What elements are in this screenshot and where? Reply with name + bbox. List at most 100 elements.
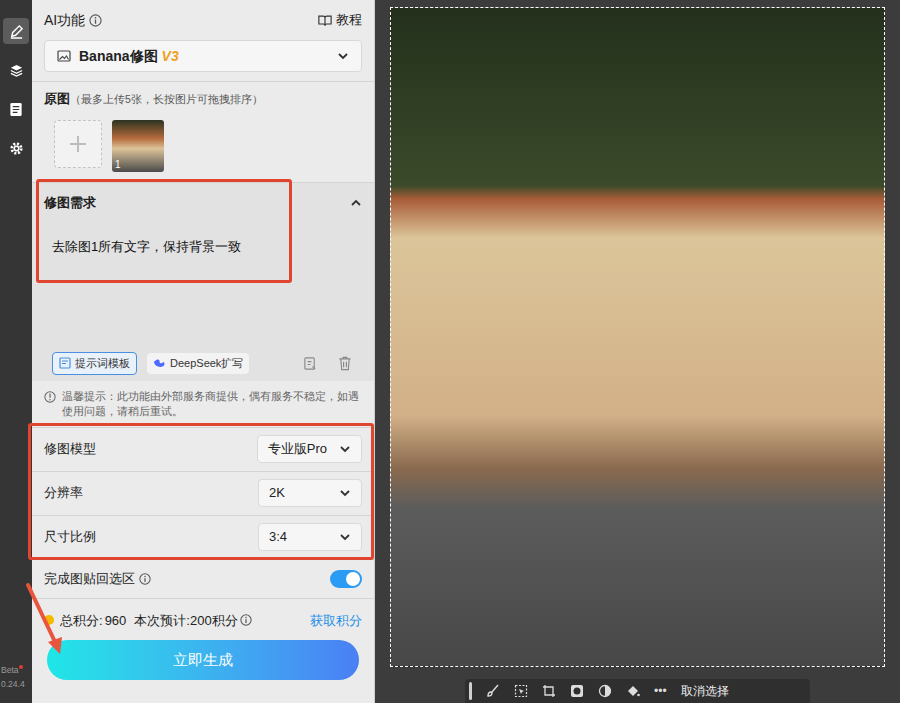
tool-button[interactable] [570, 684, 584, 698]
info-icon[interactable] [139, 573, 151, 585]
beta-dot [19, 665, 23, 669]
rail-item-edit [9, 24, 24, 39]
feature-name: Banana修图 [79, 46, 158, 67]
whale-icon [153, 358, 166, 369]
tool-list [486, 684, 640, 698]
crop-icon [542, 684, 556, 698]
get-credits-link[interactable]: 获取积分 [310, 611, 362, 631]
chevron-down-icon [337, 50, 349, 62]
canvas-area: ••• 取消选择 [375, 0, 900, 703]
canvas-toolbar: ••• 取消选择 [465, 679, 810, 703]
setting-label: 尺寸比例 [44, 527, 96, 547]
beta-label: Beta [1, 663, 19, 677]
setting-dropdown[interactable]: 3:4 [258, 523, 362, 551]
image-thumbnail[interactable]: 1 [112, 120, 164, 172]
paste-back-label-group: 完成图贴回选区 [44, 569, 151, 589]
paste-back-row: 完成图贴回选区 [32, 560, 374, 598]
setting-dropdown[interactable]: 2K [258, 479, 362, 507]
photo-canvas[interactable] [390, 7, 885, 667]
layers-icon [9, 63, 24, 78]
deepseek-button[interactable]: DeepSeek扩写 [147, 353, 249, 374]
tool-button[interactable] [542, 684, 556, 698]
info-icon[interactable] [89, 14, 102, 27]
notice-text: 温馨提示：此功能由外部服务商提供，偶有服务不稳定，如遇使用问题，请稍后重试。 [62, 389, 362, 419]
mask-icon [570, 684, 584, 698]
ai-panel: AI功能 教程 Banana修图 V3 原图 （最多上传5张，长按图片可拖拽排序… [32, 0, 375, 703]
source-hint: （最多上传5张，长按图片可拖拽排序） [70, 92, 263, 108]
info-icon [44, 391, 56, 403]
chevron-icon [350, 197, 362, 209]
template-icon [59, 357, 71, 369]
setting-row: 修图模型 专业版Pro [32, 428, 374, 472]
tool-button[interactable] [486, 684, 500, 698]
deselect-button[interactable]: 取消选择 [681, 682, 729, 700]
image-index: 1 [112, 160, 121, 172]
prompt-editor[interactable]: 去除图1所有文字，保持背景一致 提示词模板 DeepSeek扩写 [32, 223, 374, 381]
template-button[interactable]: 提示词模板 [52, 352, 137, 375]
annotation-arrow-icon [20, 580, 80, 660]
rail-item[interactable] [3, 18, 29, 44]
rail-item[interactable] [3, 96, 29, 122]
highlight-box [36, 179, 292, 283]
chevron-down-icon [339, 443, 351, 455]
info-icon[interactable] [240, 614, 252, 626]
divider [32, 598, 374, 599]
brush-icon [486, 684, 500, 698]
image-icon [57, 49, 71, 63]
more-button[interactable]: ••• [654, 685, 667, 697]
rail-item-settings [9, 141, 24, 156]
prompt-text[interactable]: 去除图1所有文字，保持背景一致 [44, 223, 362, 257]
gear-icon [9, 141, 24, 156]
tool-button[interactable] [626, 684, 640, 698]
tool-rail: Beta 0.24.4 [0, 0, 32, 703]
paste-back-toggle[interactable] [330, 570, 362, 588]
tool-button[interactable] [514, 684, 528, 698]
setting-row: 尺寸比例 3:4 [32, 516, 374, 560]
estimate-credits: 本次预计:200积分 [134, 611, 237, 631]
tool-button[interactable] [598, 684, 612, 698]
coin-icon [44, 615, 54, 625]
trash-icon[interactable] [338, 356, 352, 371]
setting-value: 3:4 [269, 527, 287, 547]
panel-title: AI功能 [44, 10, 102, 31]
feature-dropdown[interactable]: Banana修图 V3 [44, 40, 362, 72]
prompt-title: 修图需求 [44, 193, 96, 213]
source-header: 原图 （最多上传5张，长按图片可拖拽排序） [44, 89, 362, 109]
chevron-down-icon [339, 531, 351, 543]
tutorial-link[interactable]: 教程 [318, 10, 362, 30]
chevron-down-icon [339, 487, 351, 499]
upload-button[interactable] [54, 120, 102, 168]
prompt-header[interactable]: 修图需求 [32, 183, 374, 223]
deepseek-label: DeepSeek扩写 [170, 355, 243, 372]
plus-icon [68, 134, 88, 154]
chevron-wrap [339, 531, 351, 543]
credits-row: 总积分: 960 本次预计:200积分 获取积分 [32, 611, 374, 631]
setting-label: 修图模型 [44, 439, 96, 459]
template-label: 提示词模板 [75, 355, 130, 372]
rail-item[interactable] [3, 57, 29, 83]
rail-item-save [9, 102, 23, 117]
version-number: 0.24.4 [1, 677, 32, 691]
prompt-actions: 提示词模板 DeepSeek扩写 [44, 352, 362, 375]
chevron-wrap [339, 443, 351, 455]
highlight-box [28, 423, 374, 560]
chevron-wrap [339, 487, 351, 499]
image-list: 1 [44, 120, 362, 172]
version-info: Beta 0.24.4 [0, 663, 32, 703]
rail-item[interactable] [3, 135, 29, 161]
rail-items [3, 18, 29, 161]
rail-item-layers [9, 63, 24, 78]
setting-dropdown[interactable]: 专业版Pro [257, 435, 362, 463]
total-label: 总积分: [58, 611, 103, 631]
setting-row: 分辨率2K [32, 472, 374, 516]
book-icon [318, 14, 332, 27]
divider [32, 81, 374, 82]
generate-button[interactable]: 立即生成 [47, 640, 359, 680]
clipboard-icon[interactable] [303, 356, 318, 371]
total-credits: 960 [105, 611, 127, 631]
feature-version: V3 [162, 46, 179, 67]
toggle-knob [346, 572, 360, 586]
toolbar-handle[interactable] [469, 682, 472, 700]
generate-label: 立即生成 [173, 649, 233, 672]
file-icon [9, 102, 23, 117]
